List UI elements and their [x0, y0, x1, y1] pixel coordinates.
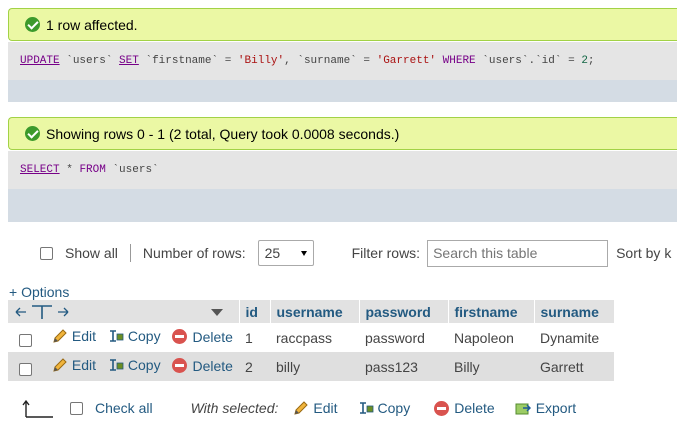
success-message-text: Showing rows 0 - 1 (2 total, Query took …: [46, 125, 400, 142]
delete-icon: [172, 329, 188, 344]
options-toggle-link[interactable]: + Options: [9, 284, 69, 300]
column-header-surname[interactable]: surname: [534, 300, 615, 323]
sql-operator: =: [363, 55, 370, 67]
bulk-delete-button[interactable]: Delete: [434, 400, 495, 416]
table-row: Edit Copy Delete 1 raccpass password Nap…: [8, 323, 614, 352]
sort-by-label: Sort by k: [616, 245, 672, 261]
sql-column: `surname`: [297, 55, 357, 67]
divider: [129, 244, 131, 262]
copy-icon: [109, 330, 124, 342]
results-table: id username password firstname surname E…: [8, 300, 615, 381]
cell-surname[interactable]: Dynamite: [534, 323, 614, 352]
copy-row-link[interactable]: Copy: [108, 328, 161, 344]
delete-row-link[interactable]: Delete: [172, 358, 233, 374]
pencil-icon: [294, 401, 309, 415]
column-header-firstname[interactable]: firstname: [448, 300, 535, 323]
sql-footer-bar: [8, 80, 677, 102]
sort-triangle-icon[interactable]: [211, 307, 223, 317]
copy-row-link[interactable]: Copy: [108, 357, 161, 373]
select-arrow-icon: [22, 399, 53, 418]
edit-row-link[interactable]: Edit: [52, 357, 96, 373]
sql-operator: =: [224, 55, 232, 67]
success-message-text: 1 row affected.: [46, 16, 138, 33]
delete-row-link[interactable]: Delete: [172, 329, 233, 345]
sql-query-text[interactable]: SELECT * FROM `users`: [8, 151, 677, 189]
success-check-icon: [25, 17, 40, 32]
sql-query-text[interactable]: UPDATE `users` SET `firstname` = 'Billy'…: [8, 42, 677, 80]
cell-password[interactable]: pass123: [359, 352, 448, 381]
bulk-actions-bar: Check all With selected: Edit Copy Delet…: [22, 394, 576, 422]
sql-number: 2: [581, 55, 588, 67]
sql-footer-bar: [8, 189, 677, 222]
bulk-export-button[interactable]: Export: [515, 400, 576, 416]
row-checkbox[interactable]: [19, 333, 32, 347]
edit-row-link[interactable]: Edit: [52, 328, 96, 344]
cell-id[interactable]: 2: [239, 352, 270, 381]
cell-firstname[interactable]: Napoleon: [448, 323, 534, 352]
column-expand-arrows-icon[interactable]: [14, 304, 70, 320]
check-all-label[interactable]: Check all: [95, 400, 153, 416]
sql-string: 'Garrett': [376, 55, 437, 67]
sql-keyword-select[interactable]: SELECT: [20, 164, 60, 176]
rows-count-label: Number of rows:: [142, 245, 246, 261]
sql-column: `firstname`: [145, 55, 219, 67]
sql-column: `users`.`id`: [482, 55, 562, 67]
sql-star: *: [66, 164, 73, 176]
column-header-id[interactable]: id: [239, 300, 271, 323]
with-selected-label: With selected:: [190, 400, 279, 416]
pencil-icon: [53, 329, 67, 343]
export-icon: [515, 403, 531, 415]
cell-firstname[interactable]: Billy: [448, 352, 534, 381]
column-arrows-header: [8, 300, 240, 323]
sql-keyword-where: WHERE: [442, 55, 476, 67]
success-message: Showing rows 0 - 1 (2 total, Query took …: [8, 117, 677, 150]
cell-surname[interactable]: Garrett: [534, 352, 614, 381]
sql-table: `users`: [66, 55, 113, 67]
sql-table: `users`: [112, 164, 159, 176]
bulk-copy-button[interactable]: Copy: [358, 400, 410, 416]
delete-icon: [172, 358, 188, 373]
sql-query-box: UPDATE `users` SET `firstname` = 'Billy'…: [8, 41, 677, 102]
check-all-checkbox[interactable]: [70, 401, 83, 415]
show-all-label[interactable]: Show all: [65, 245, 118, 261]
sql-operator: =: [568, 55, 575, 67]
filter-rows-label: Filter rows:: [351, 245, 421, 261]
column-header-username[interactable]: username: [270, 300, 360, 323]
sql-keyword-set[interactable]: SET: [119, 55, 139, 67]
sql-query-box: SELECT * FROM `users`: [8, 150, 677, 222]
column-header-password[interactable]: password: [359, 300, 449, 323]
cell-id[interactable]: 1: [239, 323, 270, 352]
filter-rows-input[interactable]: [427, 239, 609, 267]
query-result-1: 1 row affected. UPDATE `users` SET `firs…: [8, 8, 677, 102]
success-message: 1 row affected.: [8, 8, 677, 41]
delete-icon: [434, 400, 450, 416]
cell-username[interactable]: raccpass: [270, 323, 359, 352]
rows-count-value: 25: [264, 245, 281, 261]
sql-semicolon: ;: [587, 55, 595, 67]
cell-username[interactable]: billy: [270, 352, 359, 381]
sql-comma: ,: [284, 55, 291, 67]
show-all-checkbox[interactable]: [40, 246, 53, 260]
pencil-icon: [53, 358, 67, 372]
sql-keyword-from: FROM: [79, 164, 106, 176]
rows-count-select[interactable]: 25: [257, 240, 314, 266]
row-checkbox[interactable]: [19, 362, 32, 376]
table-navigation-bar: Show all Number of rows: 25 Filter rows:…: [8, 233, 677, 273]
bulk-edit-button[interactable]: Edit: [293, 400, 338, 416]
success-check-icon: [25, 126, 40, 141]
cell-password[interactable]: password: [359, 323, 448, 352]
copy-icon: [359, 402, 373, 414]
chevron-down-icon: [300, 250, 307, 256]
sql-string: 'Billy': [237, 55, 285, 67]
sql-keyword-update[interactable]: UPDATE: [20, 55, 60, 67]
query-result-2: Showing rows 0 - 1 (2 total, Query took …: [8, 117, 677, 222]
table-row: Edit Copy Delete 2 billy pass123 Billy G…: [8, 352, 614, 381]
copy-icon: [109, 359, 124, 371]
